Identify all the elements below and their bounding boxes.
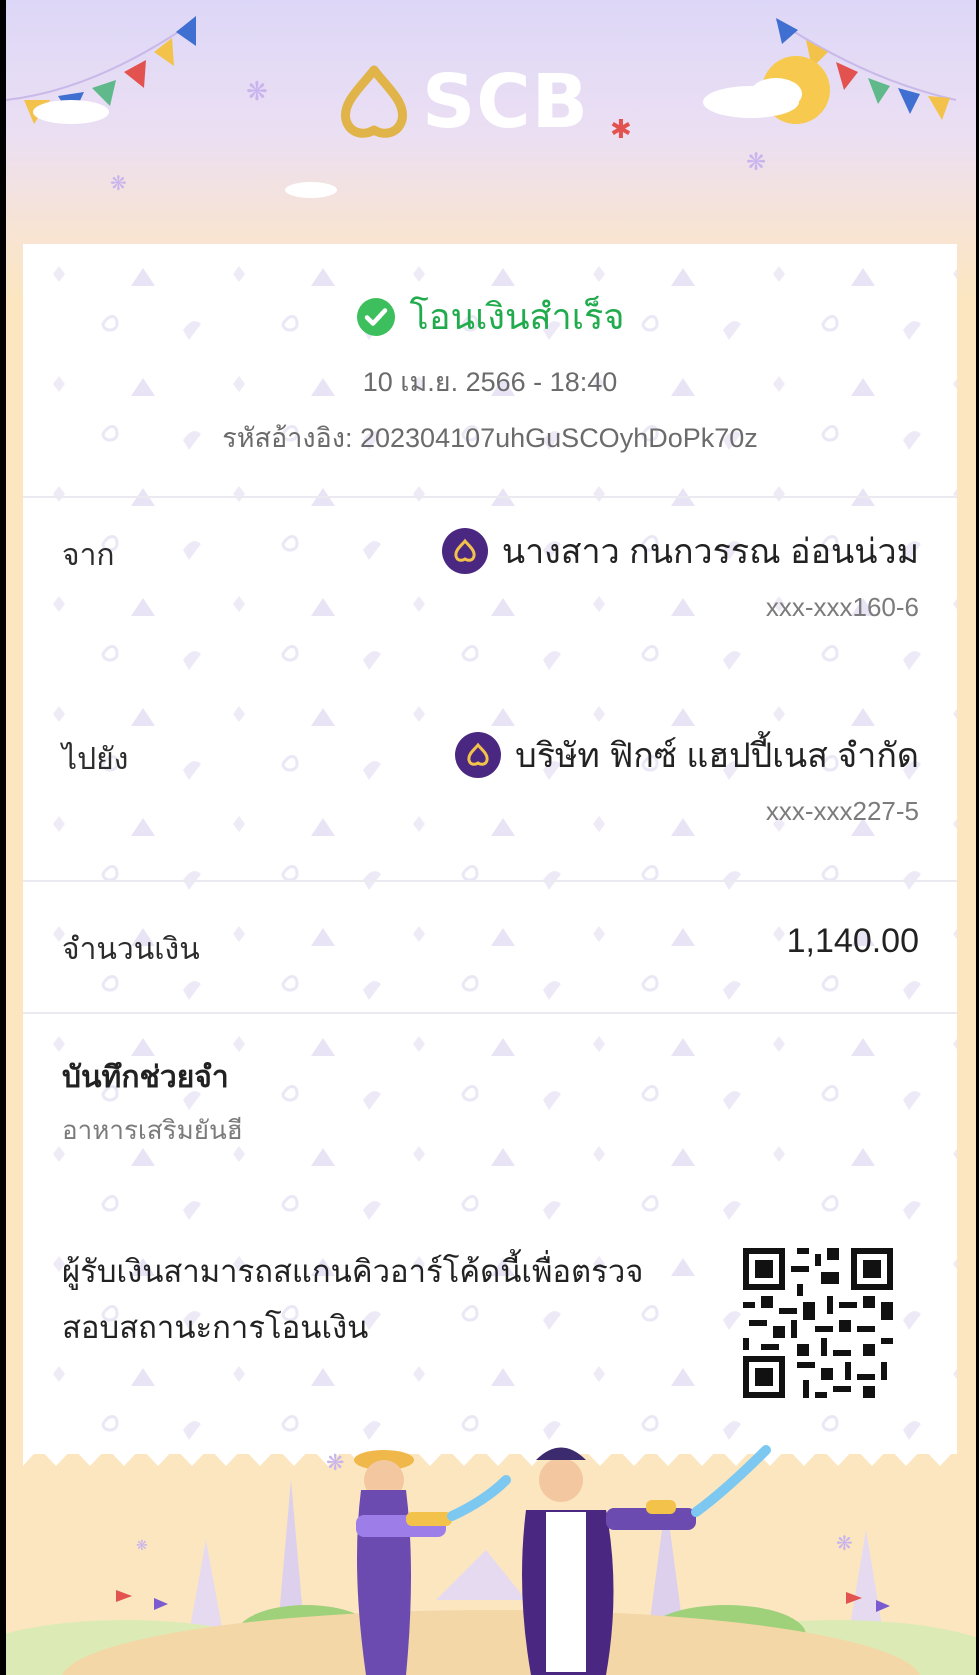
scb-bank-icon [455,732,502,778]
svg-text:❋: ❋ [246,77,268,107]
from-party: นางสาว กนกวรรณ อ่อนน่วม [441,524,919,578]
status-text: โอนเงินสำเร็จ [409,296,625,337]
amount-label: จำนวนเงิน [62,933,200,966]
memo-label: บันทึกช่วยจำ [62,1061,229,1094]
qr-code-icon [743,1248,893,1398]
to-label: ไปยัง [62,743,129,776]
svg-text:❋: ❋ [746,148,766,176]
divider [23,496,957,498]
reference-label: รหัสอ้างอิง: [222,423,353,453]
scb-bank-icon [441,528,488,574]
memo-value: อาหารเสริมยันฮี [62,1115,243,1145]
from-name: นางสาว กนกวรรณ อ่อนน่วม [501,533,919,571]
transaction-datetime: 10 เม.ย. 2566 - 18:40 [362,367,618,397]
verify-instruction: ผู้รับเงินสามารถสแกนคิวอาร์โค้ดนี้เพื่อต… [62,1254,644,1345]
scb-lotus-icon [341,65,407,138]
amount-value: 1,140.00 [786,922,919,960]
divider [23,1012,957,1014]
transfer-status: โอนเงินสำเร็จ [23,288,957,345]
logo-text: SCB [422,59,590,145]
svg-text:❋: ❋ [136,1538,148,1554]
reference-value: 202304107uhGuSCOyhDoPk70z [359,423,758,453]
scb-logo: SCB [336,64,589,140]
slip-frame: ❋ ❋ ❋ ✱ SCB โอนเงินสำเร็จ 10 เม.ย. 2566 … [6,0,976,1675]
to-account: xxx-xxx227-5 [765,796,919,826]
svg-text:✱: ✱ [610,115,632,145]
reference-id: รหัสอ้างอิง: 202304107uhGuSCOyhDoPk70z [23,416,957,459]
songkran-illustration: ❋ ❋ ❋ [6,1445,976,1675]
svg-text:❋: ❋ [836,1531,853,1555]
from-account: xxx-xxx160-6 [765,592,919,622]
svg-text:❋: ❋ [110,171,127,195]
svg-text:❋: ❋ [326,1451,344,1476]
to-party: บริษัท ฟิกซ์ แฮปปี้เนส จำกัด [455,728,919,782]
to-name: บริษัท ฟิกซ์ แฮปปี้เนส จำกัด [515,737,919,775]
divider [23,880,957,882]
check-circle-icon [356,297,395,336]
transfer-slip-card: โอนเงินสำเร็จ 10 เม.ย. 2566 - 18:40 รหัส… [23,244,957,1454]
from-label: จาก [62,539,115,572]
